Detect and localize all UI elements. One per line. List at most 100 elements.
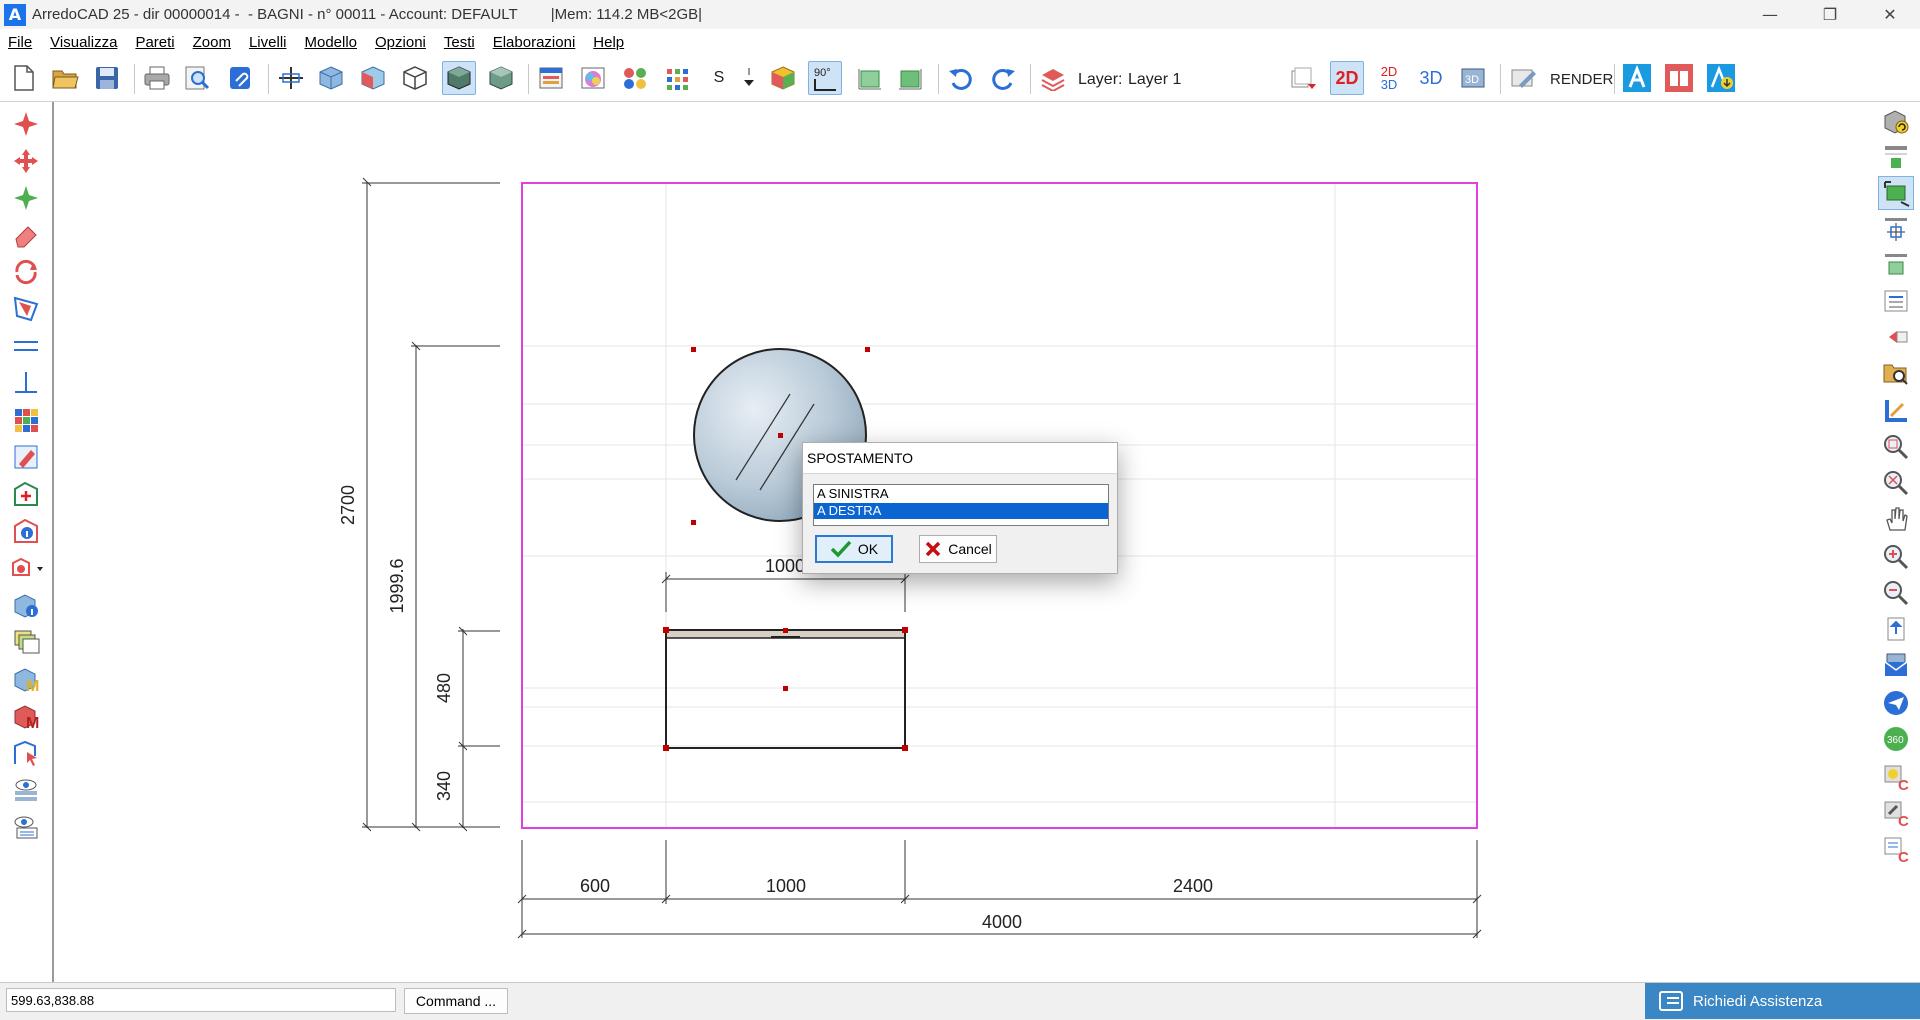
- redo-button[interactable]: [986, 61, 1020, 95]
- layer-value[interactable]: Layer 1: [1128, 71, 1181, 89]
- layers-button[interactable]: [1036, 61, 1070, 95]
- info-element-button[interactable]: [8, 514, 44, 548]
- group-tool-button[interactable]: [8, 551, 48, 585]
- measure-button[interactable]: [1878, 394, 1914, 428]
- view-3d-button[interactable]: 3D: [1414, 61, 1448, 95]
- wall-left-button[interactable]: [852, 61, 886, 95]
- rotate-tool-button[interactable]: [8, 255, 44, 289]
- cube-shaded-button[interactable]: [484, 61, 518, 95]
- layer-label: Layer:: [1078, 71, 1123, 88]
- angle-90-button[interactable]: 90°: [808, 61, 842, 95]
- menu-pareti[interactable]: Pareti: [132, 32, 177, 53]
- snap-s-button[interactable]: S: [702, 61, 736, 95]
- menu-livelli[interactable]: Livelli: [246, 32, 290, 53]
- cloud-update-button[interactable]: [1704, 61, 1738, 95]
- menu-modello[interactable]: Modello: [301, 32, 360, 53]
- export-page-button[interactable]: [1878, 612, 1914, 646]
- properties-list-button[interactable]: [1878, 284, 1914, 318]
- command-button[interactable]: Command ...: [404, 988, 508, 1014]
- cost-light-button[interactable]: C: [1878, 760, 1914, 794]
- perpendicular-line-button[interactable]: [8, 366, 44, 400]
- crosshair-button[interactable]: [274, 61, 308, 95]
- view-360-button[interactable]: 360: [1878, 722, 1914, 756]
- menu-zoom[interactable]: Zoom: [190, 32, 234, 53]
- snap-dropdown-button[interactable]: [740, 61, 758, 95]
- materials-button[interactable]: [576, 61, 610, 95]
- edit-element-button[interactable]: [8, 440, 44, 474]
- model-m-button[interactable]: M: [8, 662, 44, 696]
- copy-tool-button[interactable]: [8, 181, 44, 215]
- menu-file[interactable]: File: [5, 32, 35, 53]
- view-2d3d-bottom-label: 3D: [1380, 77, 1398, 92]
- option-a-destra[interactable]: A DESTRA: [814, 503, 1108, 519]
- select-tool-button[interactable]: [8, 107, 44, 141]
- print-preview-button[interactable]: [180, 61, 214, 95]
- undo-button[interactable]: [944, 61, 978, 95]
- cube-red-button[interactable]: [356, 61, 390, 95]
- cancel-button[interactable]: Cancel: [919, 535, 997, 563]
- render-button[interactable]: RENDER: [1550, 71, 1613, 88]
- view-3d-box-button[interactable]: 3D: [1456, 61, 1490, 95]
- cost-tools-button[interactable]: C: [1878, 796, 1914, 830]
- menu-help[interactable]: Help: [590, 32, 627, 53]
- cube-solid-button[interactable]: [442, 61, 476, 95]
- coordinates-field[interactable]: [6, 988, 396, 1012]
- menu-elaborazioni[interactable]: Elaborazioni: [490, 32, 579, 53]
- layer-selector-button[interactable]: [1286, 61, 1320, 95]
- minimize-button[interactable]: —: [1740, 0, 1800, 29]
- erase-tool-button[interactable]: [8, 218, 44, 252]
- ok-button[interactable]: OK: [815, 535, 893, 563]
- move-tool-button[interactable]: [8, 144, 44, 178]
- pan-button[interactable]: [1878, 502, 1914, 536]
- zoom-window-button[interactable]: [1878, 430, 1914, 464]
- object-info-button[interactable]: [8, 588, 44, 622]
- array-tool-button[interactable]: [8, 403, 44, 437]
- zoom-out-button[interactable]: [1878, 576, 1914, 610]
- open-file-button[interactable]: [48, 61, 82, 95]
- arredo-a-button[interactable]: [1620, 61, 1654, 95]
- refresh-3d-button[interactable]: [1878, 104, 1914, 138]
- cube-wire-button[interactable]: [398, 61, 432, 95]
- snap-grid-button[interactable]: [1878, 212, 1914, 246]
- render-settings-button[interactable]: [1506, 61, 1540, 95]
- mirror-tool-button[interactable]: [8, 292, 44, 326]
- option-a-sinistra[interactable]: A SINISTRA: [814, 486, 1108, 502]
- direction-listbox[interactable]: A SINISTRA A DESTRA: [813, 484, 1109, 526]
- restore-button[interactable]: ❐: [1800, 0, 1860, 29]
- zoom-in-button[interactable]: [1878, 540, 1914, 574]
- catalog-book-button[interactable]: [1662, 61, 1696, 95]
- mail-button[interactable]: [1878, 648, 1914, 682]
- shelf-button[interactable]: [1878, 140, 1914, 174]
- new-file-button[interactable]: [6, 61, 40, 95]
- layers-panel-button[interactable]: [8, 625, 44, 659]
- attach-button[interactable]: [224, 61, 258, 95]
- grid-select-button[interactable]: [660, 61, 694, 95]
- view-2d3d-button[interactable]: 2D 3D: [1372, 61, 1406, 95]
- colors-button[interactable]: [618, 61, 652, 95]
- catalog-button[interactable]: [534, 61, 568, 95]
- select-window-button[interactable]: [8, 736, 44, 770]
- model-m-red-button[interactable]: M: [8, 699, 44, 733]
- back-arrow-button[interactable]: [1878, 320, 1914, 354]
- cost-sheet-button[interactable]: C: [1878, 832, 1914, 866]
- menu-testi[interactable]: Testi: [441, 32, 478, 53]
- menu-opzioni[interactable]: Opzioni: [372, 32, 429, 53]
- folder-search-button[interactable]: [1878, 356, 1914, 390]
- cube-front-button[interactable]: [314, 61, 348, 95]
- parallel-line-button[interactable]: [8, 329, 44, 363]
- add-point-button[interactable]: [8, 477, 44, 511]
- send-button[interactable]: [1878, 686, 1914, 720]
- zoom-extents-button[interactable]: [1878, 466, 1914, 500]
- visibility-button[interactable]: [8, 773, 44, 807]
- visibility-list-button[interactable]: [8, 810, 44, 844]
- request-assistance-button[interactable]: Richiedi Assistenza: [1645, 983, 1920, 1019]
- select-area-button[interactable]: [1878, 176, 1914, 210]
- print-button[interactable]: [140, 61, 174, 95]
- box-color-button[interactable]: [766, 61, 800, 95]
- wall-right-button[interactable]: [894, 61, 928, 95]
- save-button[interactable]: [90, 61, 124, 95]
- view-2d-button[interactable]: 2D: [1330, 61, 1364, 95]
- close-button[interactable]: ✕: [1860, 0, 1920, 29]
- wall-object-button[interactable]: [1878, 248, 1914, 282]
- menu-visualizza[interactable]: Visualizza: [47, 32, 120, 53]
